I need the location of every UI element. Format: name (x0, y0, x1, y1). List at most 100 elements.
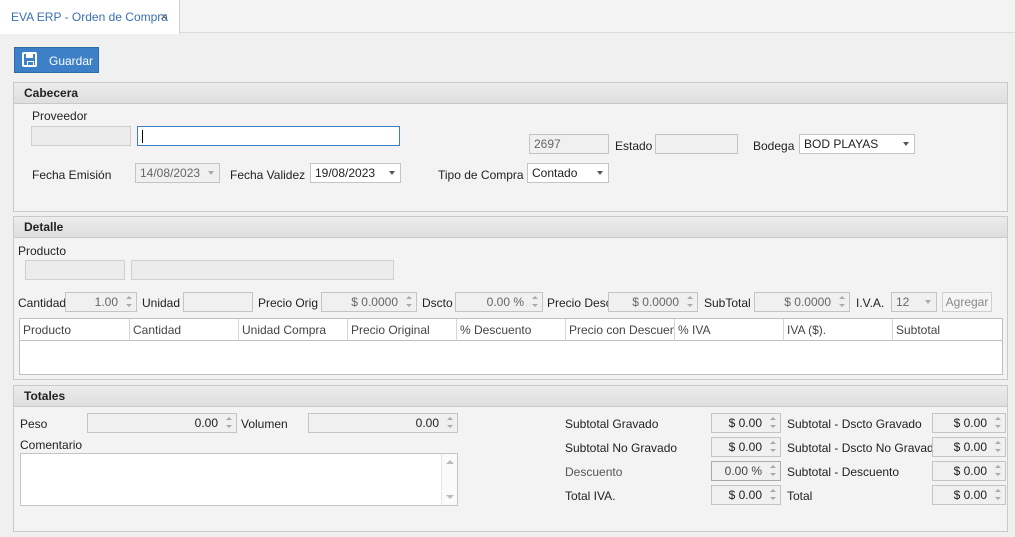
grid-header: Producto Cantidad Unidad Compra Precio O… (20, 319, 1002, 341)
cabecera-title: Cabecera (24, 86, 79, 100)
dscto-no-gravado-field: $ 0.00 (932, 437, 1006, 457)
fecha-emision-value: 14/08/2023 (140, 166, 201, 180)
scroll-up-icon[interactable] (446, 460, 454, 464)
sub-descuento-field: $ 0.00 (932, 461, 1006, 481)
chevron-down-icon[interactable] (903, 142, 909, 146)
dscto-label: Dscto (422, 296, 453, 310)
descuento-value: 0.00 % (724, 464, 762, 478)
producto-label: Producto (18, 244, 67, 258)
dscto-stepper[interactable]: 0.00 % (455, 292, 543, 312)
scrollbar[interactable] (441, 454, 457, 505)
precio-orig-value: $ 0.0000 (351, 295, 398, 309)
tipo-compra-select[interactable]: Contado (527, 163, 609, 183)
order-number-field: 2697 (529, 134, 609, 154)
tab-title: EVA ERP - Orden de Compra (11, 10, 168, 24)
subtotal-label: SubTotal (704, 296, 751, 310)
chevron-down-icon[interactable] (597, 171, 603, 175)
chevron-down-icon[interactable] (389, 171, 395, 175)
spin-arrows-icon (768, 487, 778, 503)
subtotal-no-gravado-field: $ 0.00 (711, 437, 781, 457)
estado-label: Estado (615, 139, 653, 153)
grid-col-descuento[interactable]: % Descuento (456, 319, 565, 341)
descuento-stepper[interactable]: 0.00 % (711, 461, 781, 481)
precio-orig-stepper[interactable]: $ 0.0000 (321, 292, 417, 312)
save-button[interactable]: Guardar (14, 47, 99, 73)
save-icon (22, 52, 37, 67)
bodega-select[interactable]: BOD PLAYAS (799, 134, 915, 154)
peso-stepper[interactable]: 0.00 (87, 413, 237, 433)
grid-col-subtotal[interactable]: Subtotal (892, 319, 1002, 341)
spin-arrows-icon (993, 487, 1003, 503)
detalle-header: Detalle (14, 217, 1007, 238)
dscto-no-gravado-label: Subtotal - Dscto No Gravado (787, 441, 941, 455)
spin-arrows-icon[interactable] (768, 463, 778, 479)
grid-col-producto[interactable]: Producto (20, 319, 129, 341)
precio-orig-label: Precio Orig (258, 296, 319, 310)
spin-arrows-icon (685, 294, 695, 310)
subtotal-gravado-field: $ 0.00 (711, 413, 781, 433)
spin-arrows-icon (768, 439, 778, 455)
subtotal-no-gravado-label: Subtotal No Gravado (565, 441, 678, 455)
producto-name-field[interactable] (131, 260, 394, 280)
dscto-value: 0.00 % (486, 295, 524, 309)
proveedor-name-input[interactable] (137, 126, 400, 146)
detalle-title: Detalle (24, 220, 64, 234)
total-iva-field: $ 0.00 (711, 485, 781, 505)
producto-code-field[interactable] (25, 260, 125, 280)
close-icon[interactable]: × (160, 9, 168, 24)
dscto-no-gravado-value: $ 0.00 (953, 440, 987, 454)
grid-col-iva[interactable]: IVA ($). (783, 319, 892, 341)
total-iva-label: Total IVA. (565, 489, 616, 503)
sub-descuento-value: $ 0.00 (953, 464, 987, 478)
volumen-value: 0.00 (415, 416, 439, 430)
subtotal-gravado-label: Subtotal Gravado (565, 417, 659, 431)
fecha-emision-date: 14/08/2023 (135, 163, 220, 183)
precio-desc-label: Precio Desc (547, 296, 612, 310)
cantidad-stepper[interactable]: 1.00 (65, 292, 137, 312)
tipo-compra-label: Tipo de Compra (438, 168, 524, 182)
agregar-button[interactable]: Agregar (942, 292, 992, 312)
estado-field (655, 134, 738, 154)
text-cursor (142, 130, 143, 143)
grid-col-precio-original[interactable]: Precio Original (347, 319, 456, 341)
precio-desc-stepper: $ 0.0000 (608, 292, 698, 312)
spin-arrows-icon (993, 415, 1003, 431)
grid-col-cantidad[interactable]: Cantidad (129, 319, 238, 341)
detalle-grid: Producto Cantidad Unidad Compra Precio O… (19, 318, 1003, 375)
descuento-label: Descuento (565, 465, 623, 479)
spin-arrows-icon[interactable] (445, 415, 455, 431)
grid-col-unidad-compra[interactable]: Unidad Compra (238, 319, 347, 341)
fecha-emision-label: Fecha Emisión (32, 168, 112, 182)
spin-arrows-icon (993, 439, 1003, 455)
bodega-label: Bodega (753, 139, 795, 153)
totales-title: Totales (24, 389, 66, 403)
spin-arrows-icon[interactable] (530, 294, 540, 310)
grid-col-precio-con-descuento[interactable]: Precio con Descuento (565, 319, 674, 341)
fecha-validez-date[interactable]: 19/08/2023 (310, 163, 401, 183)
dscto-gravado-label: Subtotal - Dscto Gravado (787, 417, 922, 431)
dscto-gravado-field: $ 0.00 (932, 413, 1006, 433)
cabecera-header: Cabecera (14, 83, 1007, 104)
dscto-gravado-value: $ 0.00 (953, 416, 987, 430)
cantidad-label: Cantidad (18, 296, 67, 310)
proveedor-code-field[interactable] (31, 126, 131, 146)
spin-arrows-icon[interactable] (224, 415, 234, 431)
grid-col-pct-iva[interactable]: % IVA (674, 319, 783, 341)
spin-arrows-icon[interactable] (404, 294, 414, 310)
tab-bar: EVA ERP - Orden de Compra × (0, 0, 1015, 34)
volumen-stepper[interactable]: 0.00 (308, 413, 458, 433)
comentario-textarea[interactable] (20, 453, 458, 506)
scroll-down-icon[interactable] (446, 495, 454, 499)
iva-label: I.V.A. (856, 296, 885, 310)
chevron-down-icon[interactable] (925, 300, 931, 304)
iva-select[interactable]: 12 (891, 292, 937, 312)
spin-arrows-icon[interactable] (124, 294, 134, 310)
volumen-label: Volumen (241, 417, 288, 431)
subtotal-value: $ 0.0000 (784, 295, 831, 309)
chevron-down-icon (208, 171, 214, 175)
bodega-value: BOD PLAYAS (804, 137, 879, 151)
fecha-validez-value: 19/08/2023 (315, 166, 376, 180)
subtotal-gravado-value: $ 0.00 (728, 416, 762, 430)
tab-orden-compra[interactable]: EVA ERP - Orden de Compra × (0, 0, 180, 34)
peso-label: Peso (20, 417, 48, 431)
